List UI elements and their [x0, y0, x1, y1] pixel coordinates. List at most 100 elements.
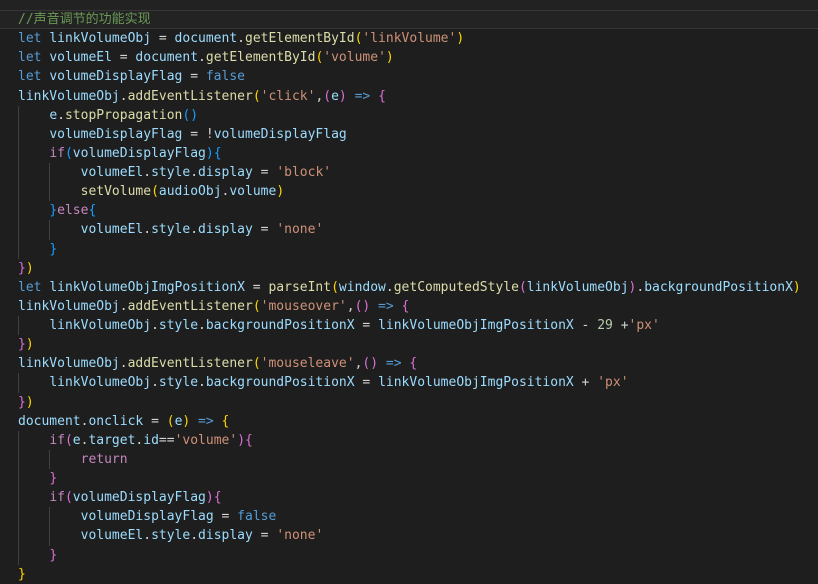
token-variable: onclick — [88, 413, 144, 429]
code-line[interactable]: volumeEl.style.display = 'none' — [0, 526, 818, 545]
token-b1: ) — [25, 394, 34, 410]
code-line[interactable]: let linkVolumeObj = document.getElementB… — [0, 29, 818, 48]
code-line[interactable]: } — [0, 469, 818, 488]
token-punct: = — [213, 509, 238, 525]
token-string: 'block' — [276, 165, 332, 180]
token-variable: style — [151, 222, 191, 238]
token-string: 'volume' — [174, 432, 238, 448]
code-line[interactable]: }) — [0, 335, 818, 354]
token-string: 'volume' — [323, 50, 386, 66]
code-line[interactable]: }else{ — [0, 201, 818, 220]
token-control: if — [49, 432, 65, 448]
token-string: 'px' — [597, 375, 629, 391]
token-punct: = — [252, 222, 277, 238]
token-variable: linkVolumeObj — [49, 31, 152, 47]
token-variable: linkVolumeObj — [49, 375, 152, 391]
token-string: 'mouseover' — [260, 298, 347, 314]
token-b1: ) — [385, 50, 394, 66]
code-line[interactable]: } — [0, 565, 818, 584]
code-line[interactable]: linkVolumeObj.addEventListener('mouseove… — [0, 297, 818, 316]
code-line[interactable]: document.onclick = (e) => { — [0, 412, 818, 431]
token-variable: volumeEl — [49, 50, 112, 66]
code-line[interactable]: volumeDisplayFlag = !volumeDisplayFlag — [0, 125, 818, 144]
token-variable: style — [151, 165, 191, 180]
token-variable: volumeDisplayFlag — [49, 126, 183, 142]
token-punct: . — [151, 318, 159, 333]
token-punct: . — [119, 356, 128, 372]
code-area[interactable]: //声音调节的功能实现 let linkVolumeObj = document.… — [0, 10, 818, 584]
token-punct: . — [143, 222, 152, 238]
token-punct: = — [354, 318, 379, 333]
token-b1: ) — [276, 184, 285, 200]
token-variable: window — [338, 279, 386, 295]
token-punct: . — [636, 279, 645, 295]
token-punct — [18, 108, 49, 123]
code-line[interactable]: linkVolumeObj.addEventListener('mouselea… — [0, 354, 818, 373]
code-line[interactable]: let linkVolumeObjImgPositionX = parseInt… — [0, 278, 818, 297]
token-b2: { — [378, 88, 386, 104]
token-punct — [214, 414, 222, 429]
token-punct: . — [151, 375, 159, 391]
code-line[interactable]: let volumeEl = document.getElementById('… — [0, 48, 818, 67]
code-line[interactable]: let volumeDisplayFlag = false — [0, 67, 818, 86]
code-line[interactable]: } — [0, 546, 818, 565]
token-variable: linkVolumeObj — [526, 279, 629, 295]
token-punct — [18, 528, 81, 543]
code-line[interactable]: if(e.target.id=='volume'){ — [0, 431, 818, 450]
token-keyword: => — [198, 413, 214, 429]
token-b2: () — [362, 356, 379, 372]
token-b2: ) — [205, 490, 214, 506]
token-punct: = — [111, 50, 136, 66]
token-b1: { — [221, 413, 230, 429]
token-keyword: => — [354, 88, 371, 104]
token-variable: volumeDisplayFlag — [49, 69, 183, 85]
code-line[interactable]: } — [0, 240, 818, 259]
token-punct: . — [198, 50, 206, 66]
token-variable: style — [151, 528, 191, 544]
token-variable: display — [198, 528, 253, 544]
token-variable: linkVolumeObjImgPositionX — [378, 375, 574, 391]
token-b1: ) — [456, 31, 465, 47]
code-editor[interactable]: //声音调节的功能实现 let linkVolumeObj = document.… — [0, 0, 818, 584]
code-line[interactable]: volumeEl.style.display = 'block' — [0, 163, 818, 182]
code-line[interactable]: if(volumeDisplayFlag){ — [0, 144, 818, 163]
code-line[interactable]: }) — [0, 259, 818, 278]
token-variable: volume — [229, 184, 277, 200]
token-punct — [18, 490, 49, 505]
code-line[interactable]: linkVolumeObj.style.backgroundPositionX … — [0, 316, 818, 335]
token-punct: . — [198, 318, 206, 333]
code-line[interactable]: linkVolumeObj.addEventListener('click',(… — [0, 87, 818, 106]
code-line[interactable]: setVolume(audioObj.volume) — [0, 182, 818, 201]
code-line[interactable]: }) — [0, 393, 818, 412]
token-keyword: let — [18, 50, 50, 66]
token-punct: . — [119, 298, 128, 314]
code-line[interactable]: if(volumeDisplayFlag){ — [0, 488, 818, 507]
token-b2: ( — [518, 279, 527, 295]
token-function: getElementById — [245, 31, 355, 47]
code-line[interactable]: volumeDisplayFlag = false — [0, 507, 818, 526]
token-control: return — [80, 451, 128, 467]
token-function: getElementById — [205, 50, 316, 66]
token-variable: style — [158, 318, 199, 333]
token-keyword: let — [18, 69, 50, 85]
code-line-current[interactable]: //声音调节的功能实现 — [0, 10, 818, 30]
token-punct — [18, 222, 81, 237]
token-b2: ( — [64, 490, 73, 506]
token-function: addEventListener — [127, 88, 253, 104]
token-function: setVolume — [80, 184, 152, 200]
code-line[interactable]: e.stopPropagation() — [0, 106, 818, 125]
token-punct: , — [346, 298, 355, 314]
code-line[interactable]: volumeEl.style.display = 'none' — [0, 220, 818, 239]
code-line[interactable]: return — [0, 450, 818, 469]
code-line[interactable]: linkVolumeObj.style.backgroundPositionX … — [0, 373, 818, 392]
token-string: 'click' — [260, 88, 316, 104]
token-punct — [18, 184, 81, 199]
token-b3: ) — [205, 145, 214, 161]
token-punct — [370, 299, 378, 314]
token-variable: linkVolumeObjImgPositionX — [49, 279, 245, 295]
token-keyword: let — [18, 31, 50, 47]
token-variable: linkVolumeObj — [18, 356, 120, 372]
token-comment: //声音调节的功能实现 — [18, 12, 151, 27]
token-punct — [18, 203, 49, 218]
token-keyword: let — [18, 279, 50, 295]
